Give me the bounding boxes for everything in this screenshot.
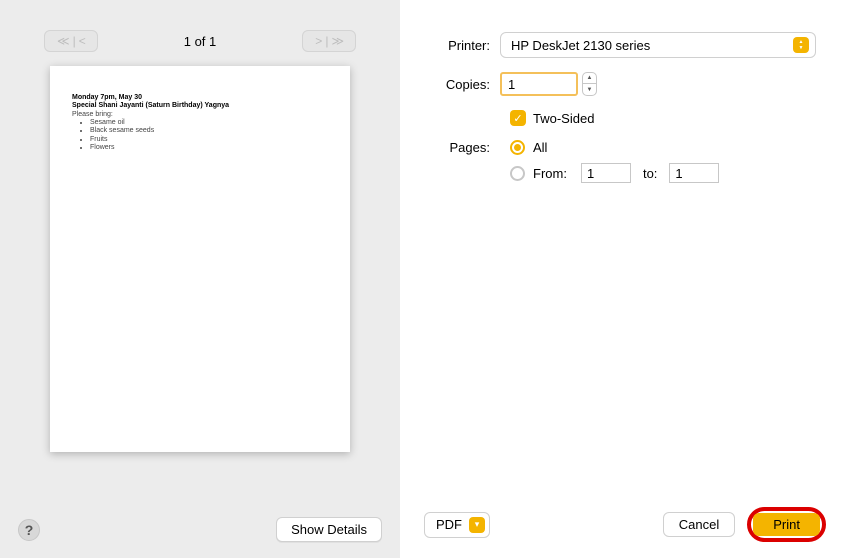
stepper-up-icon[interactable]: ▲ (583, 73, 596, 84)
nav-next-icon: > (313, 34, 323, 48)
preview-bullet: Flowers (90, 144, 328, 152)
copies-stepper[interactable]: ▲ ▼ (582, 72, 597, 96)
stepper-down-icon[interactable]: ▼ (583, 84, 596, 95)
nav-last-icon: ≫ (329, 34, 345, 48)
help-button[interactable]: ? (18, 519, 40, 541)
page-preview: Monday 7pm, May 30 Special Shani Jayanti… (50, 66, 350, 452)
pages-from-row: From: to: (500, 163, 850, 183)
pages-to-input[interactable] (669, 163, 719, 183)
preview-line3: Please bring: (72, 111, 328, 118)
nav-row: ≪ | < 1 of 1 > | ≫ (0, 0, 400, 66)
two-sided-row: Two-Sided (500, 110, 850, 126)
preview-bullet: Black sesame seeds (90, 127, 328, 135)
printer-row: Printer: HP DeskJet 2130 series (400, 32, 850, 58)
pages-from-label: From: (533, 166, 567, 181)
pdf-arrow-icon (469, 517, 485, 533)
copies-row: Copies: ▲ ▼ (400, 72, 850, 96)
printer-label: Printer: (400, 38, 500, 53)
preview-list: Sesame oil Black sesame seeds Fruits Flo… (90, 119, 328, 153)
print-button[interactable]: Print (753, 513, 820, 536)
printer-select[interactable]: HP DeskJet 2130 series (500, 32, 816, 58)
settings-panel: Printer: HP DeskJet 2130 series Copies: … (400, 0, 850, 558)
page-indicator: 1 of 1 (184, 34, 217, 49)
select-arrows-icon (793, 37, 809, 53)
show-details-button[interactable]: Show Details (276, 517, 382, 542)
left-bottom-row: ? Show Details (0, 517, 400, 542)
preview-panel: ≪ | < 1 of 1 > | ≫ Monday 7pm, May 30 Sp… (0, 0, 400, 558)
pages-label: Pages: (400, 140, 500, 155)
nav-prev-icon: < (77, 34, 87, 48)
pdf-button[interactable]: PDF (424, 512, 490, 538)
nav-prev-group[interactable]: ≪ | < (44, 30, 98, 52)
copies-label: Copies: (400, 77, 500, 92)
preview-line1: Monday 7pm, May 30 (72, 94, 328, 101)
pdf-label: PDF (436, 517, 462, 532)
preview-line2: Special Shani Jayanti (Saturn Birthday) … (72, 102, 328, 109)
preview-bullet: Sesame oil (90, 119, 328, 127)
nav-first-icon: ≪ (55, 34, 71, 48)
form-content: Printer: HP DeskJet 2130 series Copies: … (400, 0, 850, 197)
two-sided-label: Two-Sided (533, 111, 594, 126)
pages-from-input[interactable] (581, 163, 631, 183)
printer-value: HP DeskJet 2130 series (511, 38, 650, 53)
pages-row: Pages: All (400, 140, 850, 155)
pages-to-label: to: (643, 166, 657, 181)
preview-bullet: Fruits (90, 136, 328, 144)
print-highlight: Print (747, 507, 826, 542)
pages-all-radio[interactable] (510, 140, 525, 155)
pages-from-radio[interactable] (510, 166, 525, 181)
action-buttons: Cancel Print (663, 507, 826, 542)
copies-input[interactable] (500, 72, 578, 96)
pages-all-label: All (533, 140, 547, 155)
two-sided-checkbox[interactable] (510, 110, 526, 126)
nav-next-group[interactable]: > | ≫ (302, 30, 356, 52)
cancel-button[interactable]: Cancel (663, 512, 735, 537)
right-bottom-row: PDF Cancel Print (400, 507, 850, 542)
